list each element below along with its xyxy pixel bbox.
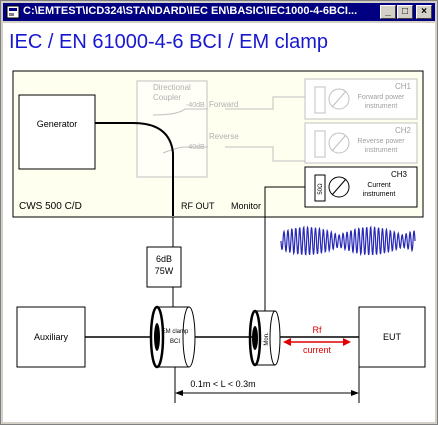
forward-db-label: -40dB [186, 102, 205, 109]
auxiliary-label: Auxiliary [34, 332, 69, 342]
coupler-label-1: Directional [153, 83, 191, 92]
ch2-label: CH2 [395, 126, 412, 135]
clamp-label-1: EM clamp [162, 329, 189, 335]
ch3-desc-2: instrument [363, 191, 396, 198]
ch1-label: CH1 [395, 82, 412, 91]
ch2-desc-2: instrument [365, 147, 398, 154]
ch3-label: CH3 [391, 170, 408, 179]
rf-current-label-1: Rf [313, 325, 322, 335]
monitor-probe-hole [252, 326, 258, 350]
clamp-label-2: BCI [170, 339, 180, 345]
distance-arrow-right [351, 390, 359, 396]
diagram-area: IEC / EN 61000-4-6 BCI / EM clamp Genera… [3, 23, 435, 422]
attenuator-label-1: 6dB [156, 254, 172, 264]
generator-box [18, 94, 96, 170]
rf-current-label-2: current [303, 345, 332, 355]
distance-arrow-left [175, 390, 183, 396]
minimize-button[interactable]: _ [380, 5, 396, 19]
title-bar[interactable]: C:\EMTEST\ICD324\STANDARD\IEC EN\BASIC\I… [3, 3, 435, 21]
generator-label: Generator [37, 119, 78, 129]
ch2-desc-1: Reverse power [357, 138, 405, 145]
ch1-desc-1: Forward power [358, 94, 405, 101]
eut-label: EUT [383, 332, 402, 342]
rf-out-label: RF OUT [181, 201, 215, 211]
cws-label: CWS 500 C/D [19, 201, 82, 212]
attenuator-label-2: 75W [155, 266, 174, 276]
distance-label: 0.1m < L < 0.3m [190, 379, 255, 389]
coupler-label-2: Coupler [153, 93, 181, 102]
rf-current-arrowhead-right [343, 338, 351, 346]
reverse-label: Reverse [209, 132, 239, 141]
clamp-rear-ring [182, 306, 196, 368]
forward-label: Forward [209, 100, 238, 109]
ch1-desc-2: instrument [365, 103, 398, 110]
maximize-button[interactable]: □ [397, 5, 413, 19]
test-setup-diagram: Generator Directional Coupler -40dB Forw… [12, 70, 426, 403]
rf-current-arrowhead-left [283, 338, 291, 346]
monitor-label: Monitor [231, 201, 261, 211]
ch3-probe-label: 50Ω [318, 183, 324, 195]
rf-waveform [280, 225, 416, 257]
clamp-hole [154, 323, 160, 351]
monitor-probe-rear-ring [269, 310, 281, 366]
app-icon [6, 5, 20, 19]
ch3-desc-1: Current [367, 182, 390, 189]
monitor-probe-label: Mon. [264, 332, 270, 346]
window-title: C:\EMTEST\ICD324\STANDARD\IEC EN\BASIC\I… [23, 5, 358, 17]
close-button[interactable]: × [416, 5, 432, 19]
app-window: C:\EMTEST\ICD324\STANDARD\IEC EN\BASIC\I… [0, 0, 438, 425]
